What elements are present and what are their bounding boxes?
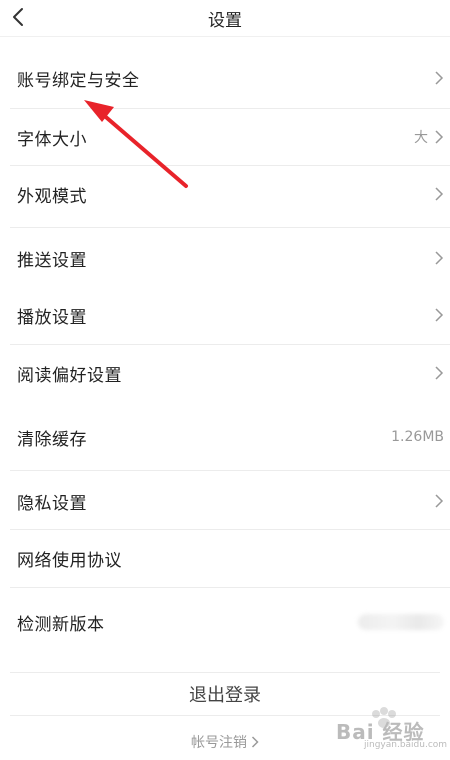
settings-page: 设置 账号绑定与安全 字体大小 大 外观模式 推送设置 播放设置 阅读偏好设置 … [0,0,450,760]
chevron-right-icon [435,71,444,85]
row-right [434,251,444,265]
row-check-version[interactable]: 检测新版本 [0,594,450,650]
nav-bar: 设置 [0,0,450,36]
row-label: 账号绑定与安全 [17,70,140,91]
chevron-right-icon [435,366,444,380]
row-account-security[interactable]: 账号绑定与安全 [0,50,450,106]
chevron-right-icon [435,251,444,265]
row-right [434,308,444,322]
row-label: 播放设置 [17,307,87,328]
row-reading-preferences[interactable]: 阅读偏好设置 [0,345,450,401]
row-label: 字体大小 [17,129,87,150]
row-appearance-mode[interactable]: 外观模式 [0,166,450,222]
divider [10,470,450,471]
row-label: 外观模式 [17,186,87,207]
row-label: 清除缓存 [17,429,87,450]
row-right [434,494,444,508]
divider [10,227,450,228]
blurred-version-info [358,614,444,630]
row-label: 网络使用协议 [17,550,122,571]
page-title: 设置 [208,11,242,31]
row-font-size[interactable]: 字体大小 大 [0,109,450,165]
row-right [358,614,444,630]
chevron-right-icon [435,187,444,201]
row-privacy-settings[interactable]: 隐私设置 [0,473,450,529]
row-right [434,71,444,85]
nav-divider [0,36,450,37]
chevron-right-icon [251,736,259,748]
chevron-right-icon [435,494,444,508]
row-label: 推送设置 [17,250,87,271]
row-label: 隐私设置 [17,493,87,514]
row-network-agreement[interactable]: 网络使用协议 [0,530,450,586]
cancel-account-label: 帐号注销 [191,735,247,751]
row-push-settings[interactable]: 推送设置 [0,230,450,286]
chevron-right-icon [435,130,444,144]
row-right: 大 [414,127,444,147]
row-playback-settings[interactable]: 播放设置 [0,287,450,343]
watermark-url: jingyan.baidu.com [364,740,448,750]
row-label: 检测新版本 [17,614,105,635]
row-right: 1.26MB [391,429,444,445]
row-value: 大 [414,130,428,146]
row-clear-cache[interactable]: 清除缓存 1.26MB [0,409,450,465]
row-right [434,187,444,201]
chevron-right-icon [435,308,444,322]
row-label: 阅读偏好设置 [17,365,122,386]
cache-size: 1.26MB [391,429,444,445]
row-right [434,366,444,380]
divider [10,587,450,588]
